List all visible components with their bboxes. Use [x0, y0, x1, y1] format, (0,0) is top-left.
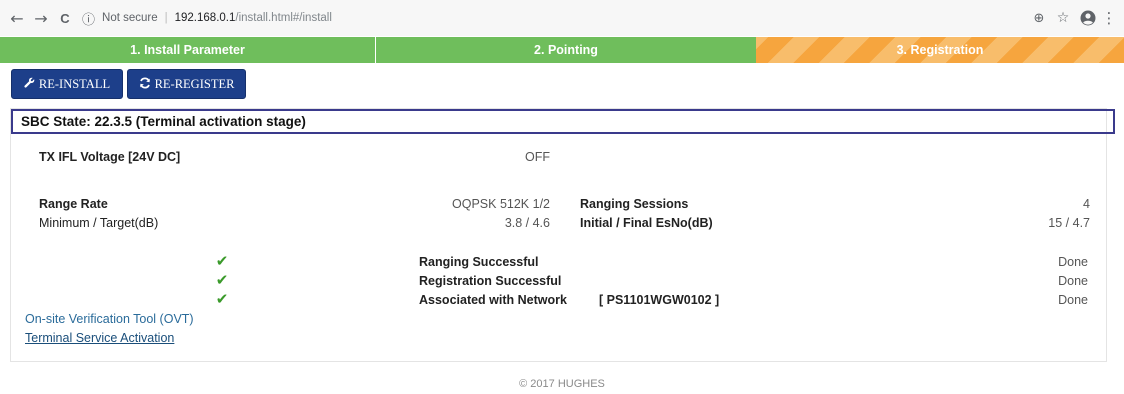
address-bar[interactable]: ⓘ Not secure | 192.168.0.1/install.html#… — [82, 5, 1072, 31]
step-install-parameter[interactable]: 1. Install Parameter — [0, 37, 376, 63]
step-registration[interactable]: 3. Registration — [756, 37, 1124, 63]
sbc-state-label: SBC State: 22.3.5 (Terminal activation s… — [21, 114, 306, 129]
reregister-button[interactable]: RE-REGISTER — [127, 69, 246, 99]
step-pointing[interactable]: 2. Pointing — [376, 37, 756, 63]
wizard-steps: 1. Install Parameter 2. Pointing 3. Regi… — [0, 37, 1124, 63]
terminal-service-activation-link[interactable]: Terminal Service Activation — [25, 331, 174, 345]
registration-status: Done — [1058, 274, 1088, 288]
registration-successful-label: Registration Successful — [419, 274, 562, 288]
account-avatar-glyph — [1080, 10, 1096, 26]
range-rate-value: OQPSK 512K 1/2 — [452, 197, 550, 211]
forward-icon[interactable]: → — [30, 7, 52, 29]
star-icon[interactable]: ☆ — [1054, 8, 1072, 28]
esno-value: 15 / 4.7 — [1048, 216, 1090, 230]
info-icon[interactable]: ⓘ — [82, 9, 95, 28]
check-icon: ✔ — [215, 252, 229, 270]
reinstall-label: RE-INSTALL — [38, 76, 111, 91]
url-path: /install.html#/install — [235, 12, 332, 24]
browser-toolbar: ← → C ⓘ Not secure | 192.168.0.1/install… — [0, 0, 1124, 36]
esno-label: Initial / Final EsNo(dB) — [580, 216, 713, 230]
copyright-footer: © 2017 HUGHES — [519, 378, 605, 390]
associated-network-label: Associated with Network — [419, 293, 567, 307]
min-target-label: Minimum / Target(dB) — [39, 216, 159, 230]
sbc-state-header: SBC State: 22.3.5 (Terminal activation s… — [11, 109, 1115, 134]
reinstall-button[interactable]: RE-INSTALL — [11, 69, 123, 99]
min-target-value: 3.8 / 4.6 — [504, 216, 550, 230]
ranging-status: Done — [1058, 255, 1088, 269]
zoom-icon[interactable]: ⊕ — [1030, 8, 1048, 28]
ranging-successful-label: Ranging Successful — [419, 255, 539, 269]
account-icon[interactable] — [1078, 8, 1098, 28]
ranging-sessions-value: 4 — [1083, 197, 1090, 211]
check-icon: ✔ — [215, 271, 229, 289]
ranging-sessions-label: Ranging Sessions — [580, 197, 689, 211]
association-status: Done — [1058, 293, 1088, 307]
refresh-icon — [139, 76, 151, 92]
url-host: 192.168.0.1 — [174, 12, 236, 24]
back-icon[interactable]: ← — [6, 7, 28, 29]
security-label: Not secure — [102, 12, 158, 24]
reload-icon[interactable]: C — [54, 7, 76, 29]
tx-ifl-label: TX IFL Voltage [24V DC] — [39, 150, 181, 164]
menu-icon[interactable]: ⋮ — [1102, 8, 1117, 28]
range-rate-label: Range Rate — [39, 197, 108, 211]
ovt-link[interactable]: On-site Verification Tool (OVT) — [25, 312, 194, 326]
wrench-icon — [24, 77, 35, 91]
check-icon: ✔ — [215, 290, 229, 308]
tx-ifl-value: OFF — [525, 150, 550, 164]
network-id: [ PS1101WGW0102 ] — [599, 293, 720, 307]
reregister-label: RE-REGISTER — [154, 76, 235, 91]
url-separator: | — [164, 12, 168, 24]
